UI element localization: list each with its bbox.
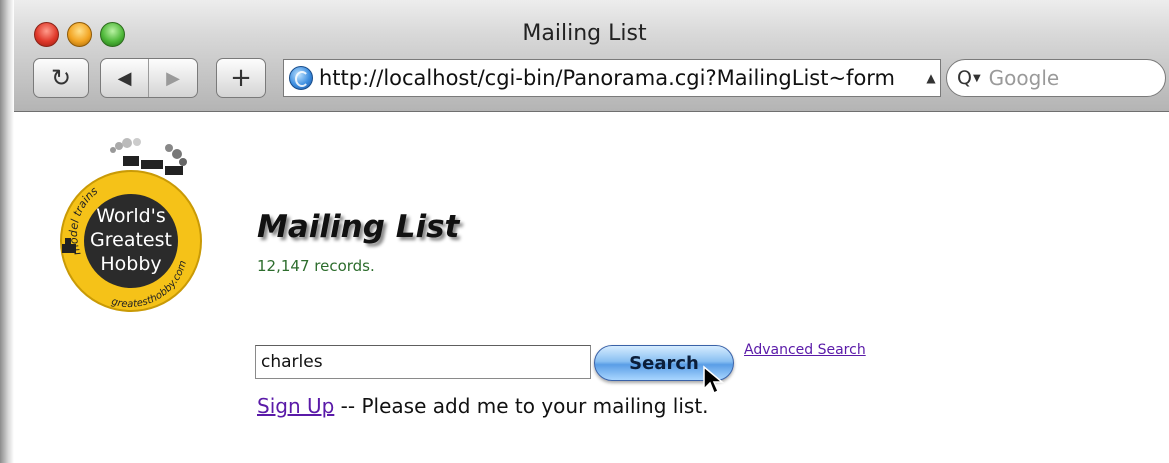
address-dropdown-icon[interactable]: ▲ [922, 71, 940, 85]
worlds-greatest-hobby-logo: World's Greatest Hobby model trains grea… [60, 138, 202, 312]
back-forward-control: ◀ ▶ [100, 58, 198, 98]
address-bar[interactable]: http://localhost/cgi-bin/Panorama.cgi?Ma… [283, 59, 941, 97]
signup-line: Sign Up -- Please add me to your mailing… [257, 394, 709, 418]
advanced-search-link[interactable]: Advanced Search [744, 342, 866, 358]
back-button[interactable]: ◀ [101, 59, 150, 97]
forward-arrow-icon: ▶ [166, 67, 180, 89]
search-input[interactable]: charles [255, 345, 591, 379]
window-chrome: Mailing List ↻ ◀ ▶ + http://localhost/cg… [0, 0, 1169, 112]
search-placeholder: Google [988, 66, 1060, 90]
window-left-edge [0, 0, 14, 463]
plus-icon: + [230, 63, 252, 93]
reload-icon: ↻ [50, 64, 72, 92]
forward-button[interactable]: ▶ [149, 59, 197, 97]
add-bookmark-button[interactable]: + [216, 58, 266, 98]
logo-line3: Hobby [100, 253, 161, 275]
record-count: 12,147 records. [257, 257, 375, 275]
globe-icon [289, 66, 313, 90]
web-search-field[interactable]: Q ▼ Google [946, 59, 1166, 97]
sign-up-link[interactable]: Sign Up [257, 394, 334, 418]
page-content: World's Greatest Hobby model trains grea… [14, 113, 1169, 463]
magnifier-icon: Q [957, 67, 972, 89]
url-text: http://localhost/cgi-bin/Panorama.cgi?Ma… [319, 66, 896, 90]
window-title: Mailing List [522, 21, 647, 46]
browser-window: Mailing List ↻ ◀ ▶ + http://localhost/cg… [0, 0, 1169, 463]
reload-button[interactable]: ↻ [33, 58, 89, 98]
mouse-pointer-icon [703, 365, 725, 395]
back-arrow-icon: ◀ [117, 67, 132, 89]
logo-line2: Greatest [90, 229, 172, 251]
page-title: Mailing List [257, 209, 460, 245]
search-menu-icon[interactable]: ▼ [973, 73, 981, 84]
logo-line1: World's [96, 205, 166, 227]
signup-description: -- Please add me to your mailing list. [334, 394, 709, 418]
